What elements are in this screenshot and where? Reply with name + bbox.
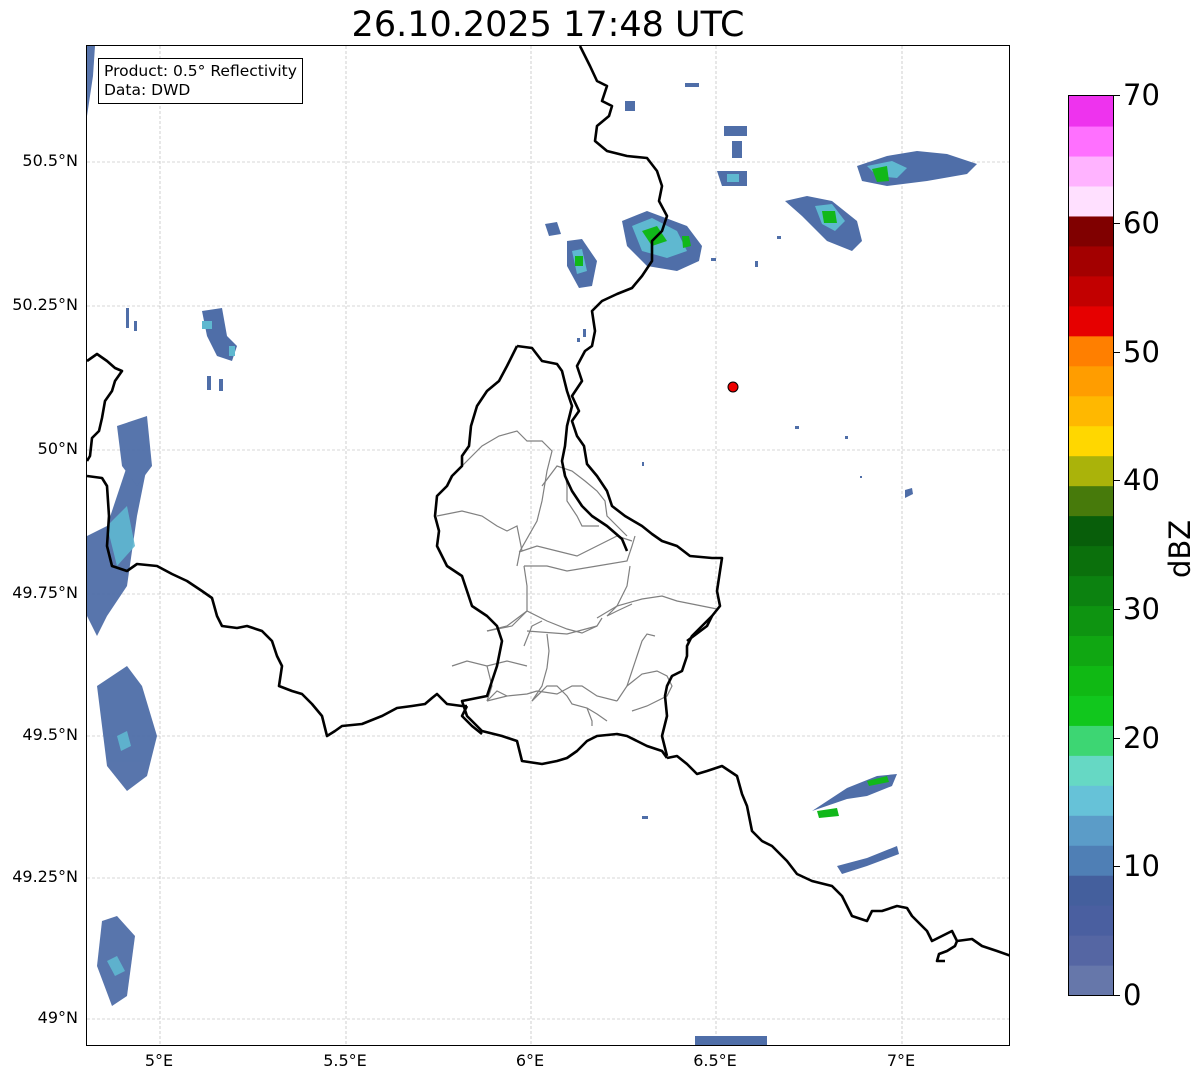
y-tick-label: 50.5°N <box>22 151 78 170</box>
colorbar-swatch <box>1069 545 1113 577</box>
colorbar-swatch <box>1069 755 1113 786</box>
colorbar-swatch <box>1069 785 1113 816</box>
colorbar-tick-label: 10 <box>1123 849 1160 883</box>
colorbar-tick <box>1114 223 1120 224</box>
colorbar-tick <box>1114 995 1120 996</box>
y-tick-label: 49°N <box>37 1008 78 1027</box>
radar-site-marker[interactable] <box>727 381 739 393</box>
y-tick-label: 49.25°N <box>12 867 78 886</box>
radar-map[interactable] <box>86 45 1010 1046</box>
map-title: 26.10.2025 17:48 UTC <box>351 5 745 45</box>
colorbar-swatch <box>1069 96 1113 127</box>
colorbar-swatch <box>1069 125 1113 157</box>
colorbar-swatch <box>1069 605 1113 636</box>
colorbar-swatches <box>1069 96 1113 995</box>
colorbar-tick-label: 40 <box>1123 463 1160 497</box>
colorbar-swatch <box>1069 395 1113 427</box>
colorbar-tick <box>1114 609 1120 610</box>
y-tick-label: 50.25°N <box>12 295 78 314</box>
colorbar-swatch <box>1069 455 1113 487</box>
y-tick-label: 49.75°N <box>12 583 78 602</box>
colorbar-swatch <box>1069 515 1113 547</box>
canton-borders <box>436 430 718 726</box>
colorbar-tick <box>1114 738 1120 739</box>
grid-lines <box>87 46 1009 1045</box>
radar-echoes <box>87 46 977 1045</box>
colorbar-swatch <box>1069 425 1113 457</box>
colorbar-swatch <box>1069 305 1113 337</box>
colorbar-label: dBZ <box>1163 519 1197 578</box>
colorbar-swatch <box>1069 185 1113 217</box>
colorbar <box>1068 95 1114 996</box>
colorbar-tick-label: 60 <box>1123 206 1160 240</box>
y-tick-label: 49.5°N <box>22 725 78 744</box>
colorbar-tick-label: 20 <box>1123 721 1160 755</box>
colorbar-swatch <box>1069 725 1113 756</box>
colorbar-swatch <box>1069 935 1113 966</box>
colorbar-tick-label: 70 <box>1123 78 1160 112</box>
colorbar-swatch <box>1069 215 1113 247</box>
x-tick-label: 5.5°E <box>323 1051 367 1070</box>
colorbar-swatch <box>1069 875 1113 906</box>
x-tick-label: 7°E <box>886 1051 916 1070</box>
colorbar-tick <box>1114 480 1120 481</box>
colorbar-swatch <box>1069 365 1113 397</box>
colorbar-swatch <box>1069 665 1113 696</box>
map-canvas <box>87 46 1009 1045</box>
colorbar-swatch <box>1069 485 1113 517</box>
colorbar-tick-label: 50 <box>1123 335 1160 369</box>
colorbar-swatch <box>1069 815 1113 846</box>
x-tick-label: 6°E <box>515 1051 545 1070</box>
colorbar-swatch <box>1069 275 1113 307</box>
colorbar-tick-label: 0 <box>1123 978 1142 1012</box>
colorbar-tick <box>1114 352 1120 353</box>
colorbar-swatch <box>1069 845 1113 876</box>
y-tick-label: 50°N <box>37 439 78 458</box>
x-tick-label: 6.5°E <box>693 1051 737 1070</box>
country-borders <box>87 46 1009 963</box>
x-tick-label: 5°E <box>144 1051 174 1070</box>
colorbar-tick-label: 30 <box>1123 592 1160 626</box>
data-source-label: Data: DWD <box>104 81 191 99</box>
colorbar-tick <box>1114 95 1120 96</box>
colorbar-swatch <box>1069 905 1113 936</box>
colorbar-swatch <box>1069 695 1113 726</box>
colorbar-swatch <box>1069 245 1113 277</box>
colorbar-swatch <box>1069 635 1113 666</box>
colorbar-swatch <box>1069 155 1113 187</box>
colorbar-swatch <box>1069 575 1113 607</box>
colorbar-tick <box>1114 866 1120 867</box>
product-infobox: Product: 0.5° Reflectivity Data: DWD <box>98 58 303 104</box>
product-label: Product: 0.5° Reflectivity <box>104 62 297 80</box>
colorbar-swatch <box>1069 965 1113 995</box>
colorbar-swatch <box>1069 335 1113 367</box>
